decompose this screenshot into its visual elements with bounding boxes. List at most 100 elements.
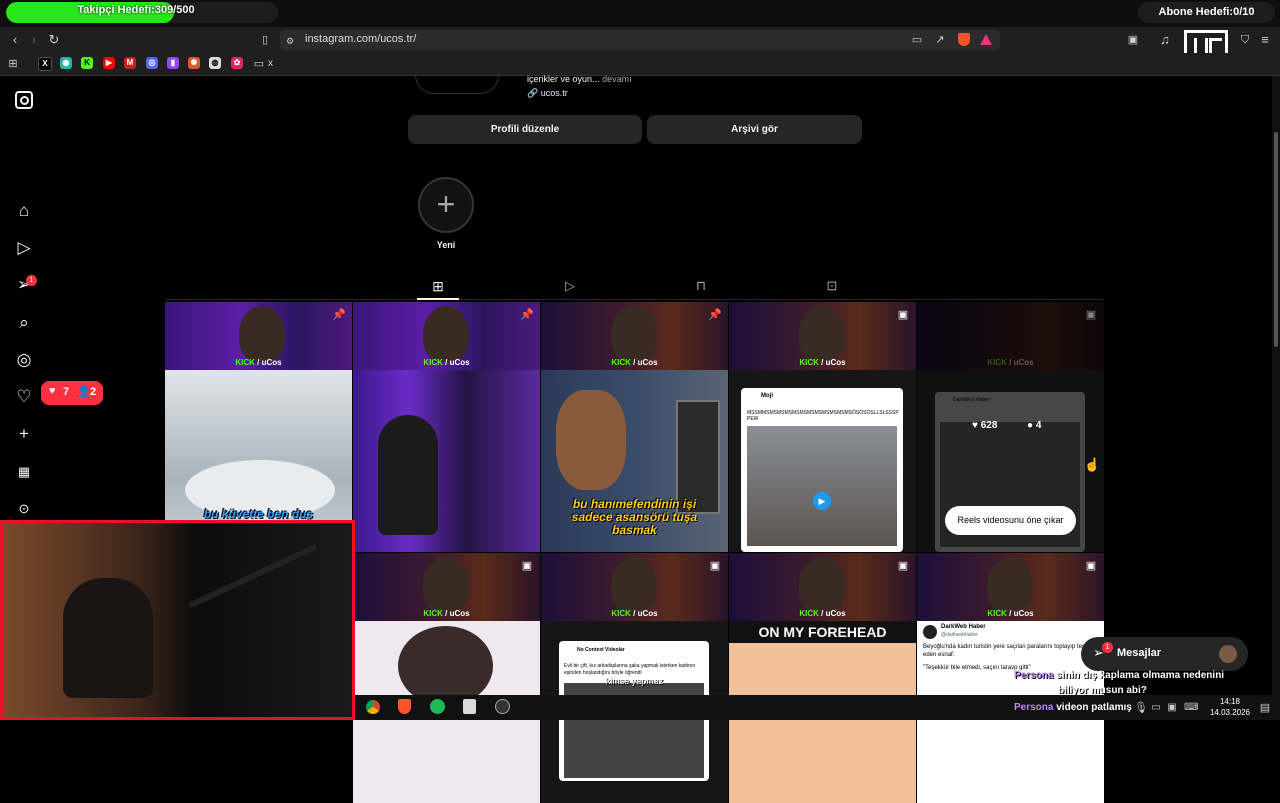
posts-tab-icon[interactable]: ⊞ <box>430 278 446 294</box>
create-icon[interactable]: + <box>12 422 36 446</box>
kick-caption: KICK / uCos <box>729 358 916 367</box>
file-taskbar-icon[interactable] <box>463 699 476 714</box>
kick-caption: KICK / uCos <box>353 358 540 367</box>
sidebar-toggle-icon[interactable]: ▣ <box>1126 32 1140 48</box>
tweet-text: Evli bir çift, kız arkadaşlarına şaka ya… <box>564 663 696 676</box>
twitch-bookmark-icon[interactable]: ▮ <box>167 57 179 69</box>
reload-icon[interactable]: ↻ <box>46 32 62 48</box>
notification-bubble[interactable]: ♥ 7 👤 2 <box>41 381 103 405</box>
profile-avatar-icon[interactable]: ⊙ <box>12 497 36 521</box>
search-icon[interactable]: ⌕ <box>12 311 36 335</box>
tabs-divider <box>165 299 1103 300</box>
tweet-user: Moji <box>761 393 773 399</box>
profile-link[interactable]: 🔗 ucos.tr <box>527 88 568 99</box>
view-archive-button[interactable]: Arşivi gör <box>647 115 862 144</box>
kick-caption: KICK / uCos <box>541 358 728 367</box>
reel-icon: ▣ <box>1085 560 1097 572</box>
x-bookmark-icon[interactable]: X <box>38 57 52 71</box>
reel-icon: ▣ <box>709 560 721 572</box>
forward-icon[interactable]: › <box>26 32 42 48</box>
edit-profile-button[interactable]: Profili düzenle <box>408 115 642 144</box>
hand-cursor-icon: ☝ <box>1084 457 1101 472</box>
music-icon[interactable]: ♫ <box>1158 32 1172 48</box>
post-tile-3[interactable]: KICK / uCos bu hanımefendinin işi sadece… <box>541 302 728 552</box>
chat-text: sinin dış kaplama olmama nedenini <box>1056 670 1225 681</box>
explore-icon[interactable]: ◎ <box>12 348 36 372</box>
tagged-tab-icon[interactable]: ⊡ <box>824 278 840 294</box>
messages-pill[interactable]: ➢ 1 Mesajlar <box>1081 637 1248 671</box>
clip-caption: ON MY FOREHEAD <box>758 624 887 640</box>
bookmark-8-icon[interactable]: ✺ <box>188 57 200 69</box>
tweet-video: ▶ <box>747 426 897 546</box>
sub-goal-text: Abone Hedefi:0/10 <box>1138 2 1275 23</box>
brave-rewards-icon[interactable] <box>980 34 992 45</box>
new-highlight-button[interactable]: + <box>418 177 474 233</box>
notifications-heart-icon[interactable]: ♡ <box>12 385 36 409</box>
bookmark-2-icon[interactable]: ◉ <box>60 57 72 69</box>
chrome-taskbar-icon[interactable] <box>366 700 380 714</box>
mic-tray-icon[interactable]: 🎙 <box>1134 700 1148 716</box>
hover-comments: ● 4 <box>1027 420 1042 431</box>
new-highlight-label: Yeni <box>436 240 456 250</box>
kick-brand: KICK <box>423 358 443 367</box>
discord-bookmark-icon[interactable]: ◎ <box>146 57 158 69</box>
post-tile-2[interactable]: KICK / uCos 📌 <box>353 302 540 552</box>
url-text[interactable]: instagram.com/ucos.tr/ <box>305 33 416 45</box>
obs-taskbar-icon[interactable] <box>495 699 510 714</box>
back-icon[interactable]: ‹ <box>7 32 23 48</box>
follower-icon: 👤 <box>77 386 91 398</box>
apps-grid-icon[interactable]: ⊞ <box>6 56 20 72</box>
keyboard-tray-icon[interactable]: ⌨ <box>1184 700 1198 716</box>
share-icon[interactable]: ↗ <box>933 32 947 48</box>
post-tile-8[interactable]: KICK / uCos ON MY FOREHEAD ▣ <box>729 553 916 803</box>
spotify-taskbar-icon[interactable] <box>430 699 445 714</box>
post-tile-5-hovered[interactable]: KICK / uCos DarkWeb Haber ♥ 628 ● 4 Reel… <box>917 302 1104 552</box>
profile-link-text[interactable]: ucos.tr <box>541 88 568 98</box>
clock[interactable]: 14:18 14.03.2026 <box>1206 696 1254 718</box>
folder-icon[interactable]: ▭ <box>252 56 266 72</box>
cast-icon[interactable]: ▭ <box>910 32 924 48</box>
chat-user: Persona <box>1014 702 1054 713</box>
reels-tab-icon[interactable]: ▷ <box>562 278 578 294</box>
message-avatar <box>1219 645 1237 663</box>
kick-brand: KICK <box>423 609 443 618</box>
bookmark-10-icon[interactable]: ✿ <box>231 57 243 69</box>
menu-icon[interactable]: ≡ <box>1258 32 1272 48</box>
comments-count: 4 <box>1035 420 1042 431</box>
dashboard-icon[interactable]: ▦ <box>12 460 36 484</box>
network-tray-icon[interactable]: ▭ <box>1150 700 1162 716</box>
streamer-figure <box>611 557 657 613</box>
clip-subtitle: bu küvette ben duş <box>203 507 314 521</box>
brave-shield-icon[interactable] <box>958 33 970 46</box>
notification-center-icon[interactable]: ▤ <box>1258 700 1272 716</box>
like-icon: ♥ <box>49 385 56 397</box>
display-tray-icon[interactable]: ▣ <box>1166 700 1178 716</box>
profile-avatar[interactable] <box>415 75 499 94</box>
home-icon[interactable]: ⌂ <box>12 199 36 223</box>
post-tile-4[interactable]: KICK / uCos Moji MSSMMSMSMSMSMSMSMSMSMSM… <box>729 302 916 552</box>
vpn-shield-icon[interactable]: ⛉ <box>1238 32 1252 48</box>
streamer-figure <box>423 557 469 613</box>
instagram-logo-icon[interactable] <box>12 88 36 112</box>
gmail-bookmark-icon[interactable]: M <box>124 57 136 69</box>
saved-tab-icon[interactable]: ⊓ <box>693 278 709 294</box>
streamer-figure <box>987 557 1033 613</box>
bookmark-folder-label[interactable]: x <box>268 58 273 69</box>
bookmark-9-icon[interactable]: ◍ <box>209 57 221 69</box>
kick-caption: KICK / uCos <box>353 609 540 618</box>
post-tile-1[interactable]: KICK / uCos bu küvette ben duş 📌 <box>165 302 352 552</box>
scrollbar-thumb[interactable] <box>1274 132 1278 347</box>
bio-more-link[interactable]: devamı <box>602 74 632 84</box>
kick-bookmark-icon[interactable]: K <box>81 57 93 69</box>
reels-icon[interactable]: ▷ <box>12 236 36 260</box>
site-info-icon[interactable]: ⚙ <box>284 33 296 49</box>
scrollbar-track[interactable] <box>1272 76 1280 695</box>
post-tile-6[interactable]: KICK / uCos ▣ <box>353 553 540 803</box>
brave-taskbar-icon[interactable] <box>398 699 411 714</box>
promote-reel-button[interactable]: Reels videosunu öne çıkar <box>945 506 1076 535</box>
kick-brand: KICK <box>987 609 1007 618</box>
youtube-bookmark-icon[interactable]: ▶ <box>103 57 115 69</box>
like-count: 7 <box>63 386 70 398</box>
post-tile-7[interactable]: KICK / uCos No Context Videolar Evli bir… <box>541 553 728 803</box>
bookmark-icon[interactable]: ▯ <box>257 32 273 48</box>
